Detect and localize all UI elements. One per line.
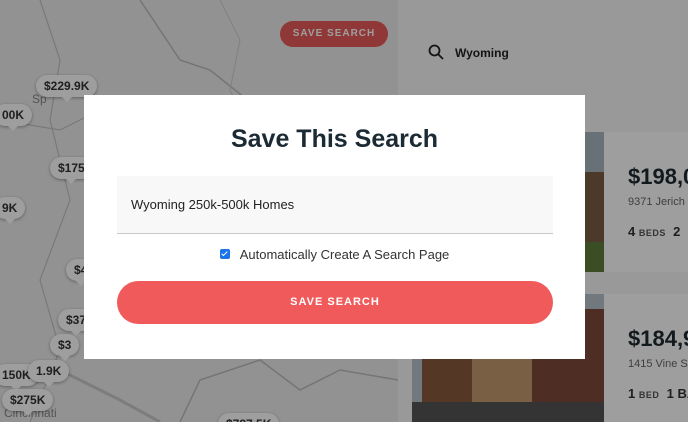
auto-create-row[interactable]: Automatically Create A Search Page <box>84 247 585 262</box>
auto-create-label[interactable]: Automatically Create A Search Page <box>240 247 450 262</box>
save-search-button[interactable]: SAVE SEARCH <box>117 281 553 324</box>
modal-title: Save This Search <box>230 125 439 153</box>
auto-create-checkbox[interactable] <box>219 248 230 259</box>
search-name-field[interactable] <box>117 176 553 234</box>
save-search-modal: Save This Search Automatically Create A … <box>84 95 585 359</box>
